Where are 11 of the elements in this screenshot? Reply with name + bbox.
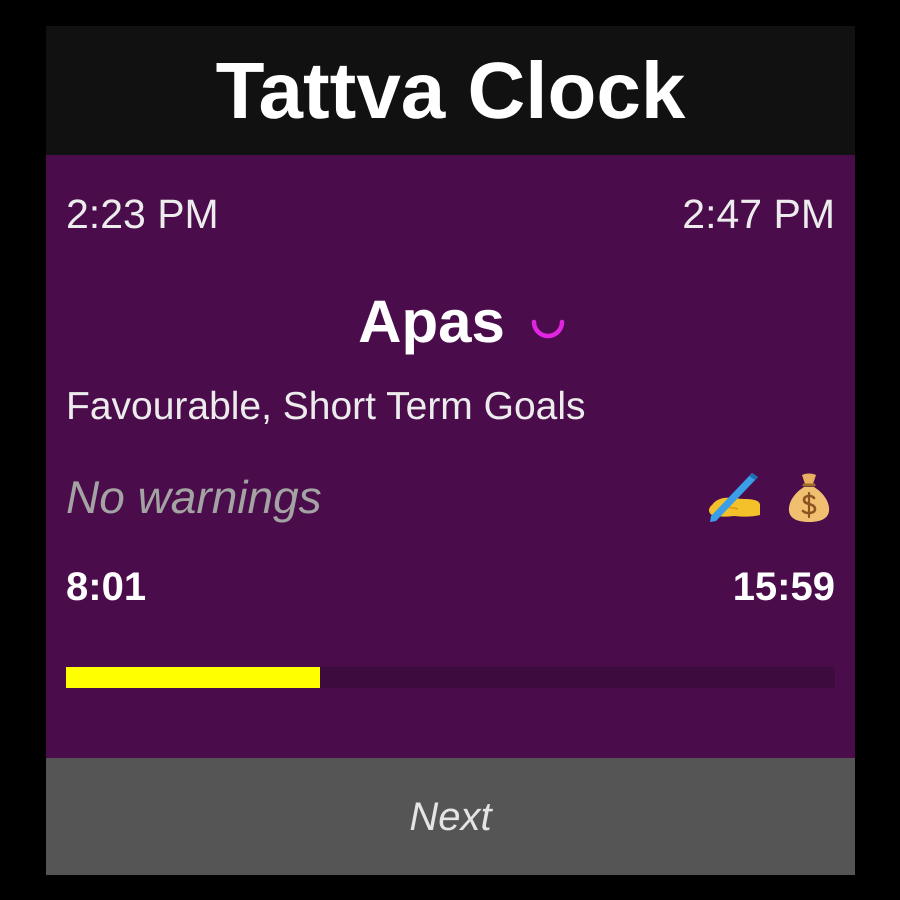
app-title: Tattva Clock bbox=[216, 46, 686, 136]
end-time: 2:47 PM bbox=[682, 190, 835, 238]
crescent-icon bbox=[530, 319, 565, 339]
remaining-time: 15:59 bbox=[732, 564, 835, 610]
start-time: 2:23 PM bbox=[66, 190, 219, 238]
elapsed-time: 8:01 bbox=[66, 564, 146, 610]
tattva-description: Favourable, Short Term Goals bbox=[66, 385, 586, 429]
money-bag-icon bbox=[786, 471, 832, 523]
warnings-text: No warnings bbox=[66, 471, 322, 523]
next-button[interactable]: Next bbox=[46, 758, 855, 875]
tattva-name: Apas bbox=[358, 290, 505, 354]
